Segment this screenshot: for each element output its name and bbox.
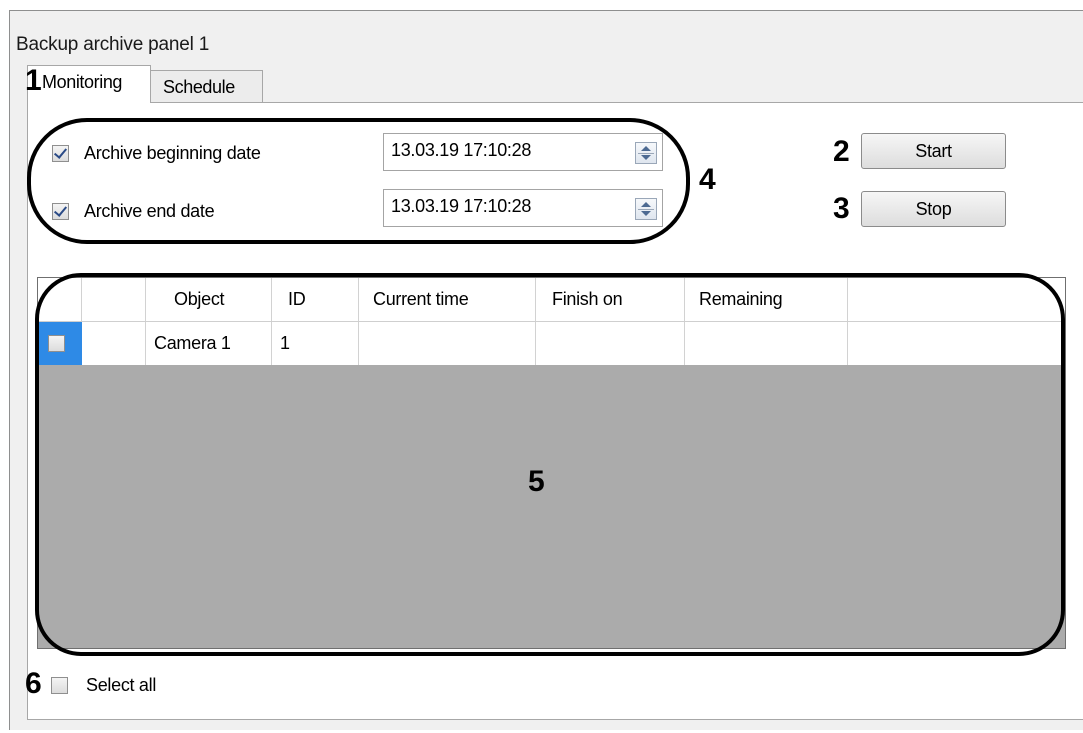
select-all-label: Select all: [86, 675, 157, 695]
spin-down-icon[interactable]: [641, 211, 651, 216]
column-header-current-time[interactable]: Current time: [359, 278, 536, 321]
callout-6: 6: [25, 667, 42, 700]
column-header-finish-on[interactable]: Finish on: [536, 278, 685, 321]
column-header-filler: [848, 278, 1065, 321]
archive-end-value: 13.03.19 17:10:28: [391, 196, 532, 216]
cell-finish-on[interactable]: [536, 322, 685, 365]
callout-3: 3: [833, 192, 850, 225]
cell-object[interactable]: Camera 1: [146, 322, 272, 365]
select-all-checkbox[interactable]: [51, 677, 68, 694]
callout-2: 2: [833, 135, 850, 168]
cell-id[interactable]: 1: [272, 322, 359, 365]
spin-down-icon[interactable]: [641, 155, 651, 160]
cell-current-time[interactable]: [359, 322, 536, 365]
table-header: Object ID Current time Finish on Remaini…: [38, 278, 1065, 322]
cell-remaining[interactable]: [685, 322, 848, 365]
cell-filler: [848, 322, 1065, 365]
callout-5: 5: [528, 465, 545, 498]
row-checkbox[interactable]: [48, 335, 65, 352]
column-header-id[interactable]: ID: [272, 278, 359, 321]
archive-begin-label: Archive beginning date: [84, 143, 261, 163]
column-header-remaining[interactable]: Remaining: [685, 278, 848, 321]
row-select-cell[interactable]: [38, 322, 82, 365]
column-header-check: [38, 278, 82, 321]
start-button[interactable]: Start: [861, 133, 1006, 169]
callout-1: 1: [25, 64, 42, 97]
tab-monitoring[interactable]: Monitoring: [27, 65, 151, 103]
window-title: Backup archive panel 1: [16, 34, 210, 55]
column-header-object[interactable]: Object: [146, 278, 272, 321]
archive-end-label: Archive end date: [84, 201, 215, 221]
spin-icon[interactable]: [635, 142, 657, 164]
archive-end-checkbox[interactable]: [52, 203, 69, 220]
objects-table: Object ID Current time Finish on Remaini…: [37, 277, 1066, 649]
archive-begin-checkbox[interactable]: [52, 145, 69, 162]
column-header-row: [82, 278, 146, 321]
spin-up-icon[interactable]: [641, 202, 651, 207]
archive-end-date-picker[interactable]: 13.03.19 17:10:28: [383, 189, 663, 227]
callout-4: 4: [699, 163, 716, 196]
stop-button[interactable]: Stop: [861, 191, 1006, 227]
spin-icon[interactable]: [635, 198, 657, 220]
table-row[interactable]: Camera 1 1: [38, 322, 1065, 365]
spin-up-icon[interactable]: [641, 146, 651, 151]
row-header-cell: [82, 322, 146, 365]
archive-begin-value: 13.03.19 17:10:28: [391, 140, 532, 160]
archive-begin-date-picker[interactable]: 13.03.19 17:10:28: [383, 133, 663, 171]
tab-schedule[interactable]: Schedule: [150, 70, 263, 103]
